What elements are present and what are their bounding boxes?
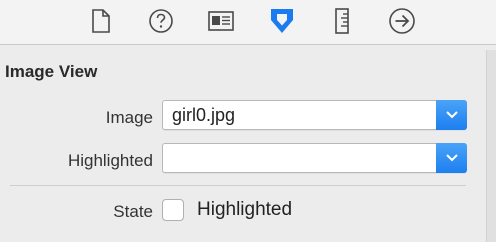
image-combo-box[interactable]: girl0.jpg xyxy=(162,100,467,130)
highlighted-combo-box[interactable] xyxy=(162,143,467,173)
highlighted-dropdown-button[interactable] xyxy=(436,143,467,173)
state-label: State xyxy=(113,202,153,221)
connections-icon[interactable] xyxy=(387,6,417,36)
inspector-selector-bar xyxy=(0,0,496,45)
identity-icon[interactable] xyxy=(206,6,236,36)
file-icon[interactable] xyxy=(86,6,116,36)
highlighted-checkbox-label[interactable]: Highlighted xyxy=(197,199,292,221)
chevron-down-icon xyxy=(445,154,458,162)
image-label: Image xyxy=(105,108,153,127)
chevron-down-icon xyxy=(445,111,458,119)
image-dropdown-button[interactable] xyxy=(436,100,467,130)
attributes-icon[interactable] xyxy=(267,6,297,36)
size-ruler-icon[interactable] xyxy=(327,6,357,36)
highlighted-checkbox[interactable] xyxy=(162,199,184,221)
scroll-edge xyxy=(486,50,496,242)
divider xyxy=(10,185,466,186)
section-title: Image View xyxy=(5,62,98,81)
image-value[interactable]: girl0.jpg xyxy=(172,105,235,126)
highlighted-label: Highlighted xyxy=(67,151,153,170)
help-icon[interactable] xyxy=(146,6,176,36)
